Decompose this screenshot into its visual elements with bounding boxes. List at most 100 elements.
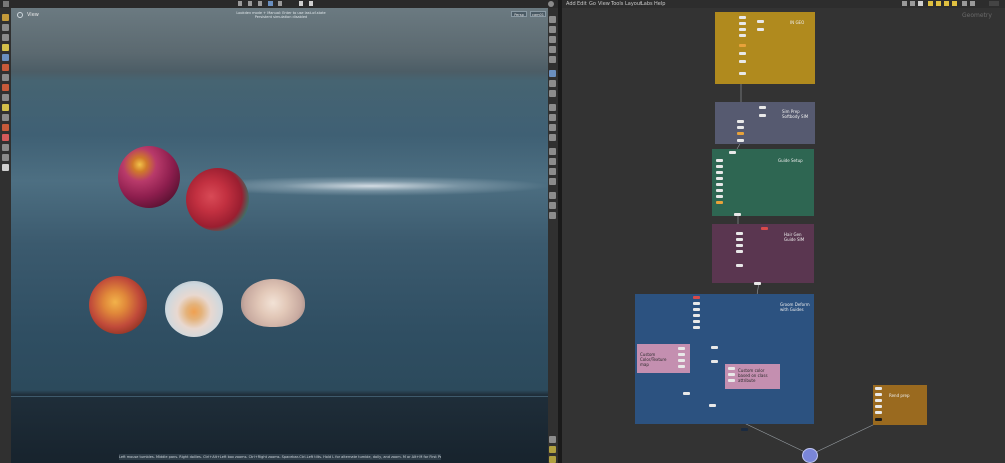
- camera-icon[interactable]: [309, 1, 313, 6]
- scale-icon[interactable]: [2, 74, 9, 81]
- rotate-tool-icon[interactable]: [258, 1, 262, 6]
- menu-help[interactable]: Help: [654, 1, 665, 7]
- display-options-icon[interactable]: [962, 1, 967, 6]
- node[interactable]: [716, 177, 723, 180]
- display-option-icon[interactable]: [549, 168, 556, 175]
- display-option-icon[interactable]: [549, 26, 556, 33]
- node[interactable]: [754, 282, 761, 285]
- display-option-icon[interactable]: [549, 124, 556, 131]
- menu-add[interactable]: Add: [566, 1, 576, 7]
- node[interactable]: [875, 399, 882, 402]
- node[interactable]: [759, 106, 766, 109]
- menu-view[interactable]: View: [598, 1, 610, 7]
- node[interactable]: [734, 213, 741, 216]
- node[interactable]: [693, 314, 700, 317]
- node[interactable]: [875, 387, 882, 390]
- magnet-icon[interactable]: [2, 124, 9, 131]
- node[interactable]: [875, 405, 882, 408]
- node[interactable]: [736, 238, 743, 241]
- node[interactable]: [678, 353, 685, 356]
- display-option-icon[interactable]: [549, 192, 556, 199]
- node[interactable]: [739, 28, 746, 31]
- menu-go[interactable]: Go: [589, 1, 596, 7]
- camera-menu-icon[interactable]: [17, 12, 23, 18]
- display-option-icon[interactable]: [549, 202, 556, 209]
- help-icon[interactable]: [970, 1, 975, 6]
- menu-tools[interactable]: Tools: [611, 1, 623, 7]
- node[interactable]: [739, 72, 746, 75]
- network-box-guide-setup[interactable]: Guide Setup: [712, 149, 814, 216]
- node[interactable]: [761, 227, 768, 230]
- node[interactable]: [711, 360, 718, 363]
- node[interactable]: [716, 159, 723, 162]
- node[interactable]: [759, 114, 766, 117]
- node[interactable]: [757, 20, 764, 23]
- sticky-custom-color-texture[interactable]: Custom Color/Texture map: [637, 344, 690, 373]
- measure-icon[interactable]: [2, 114, 9, 121]
- display-option-icon[interactable]: [549, 90, 556, 97]
- node[interactable]: [737, 139, 744, 142]
- display-icon[interactable]: [2, 154, 9, 161]
- node[interactable]: [737, 132, 744, 135]
- info-icon[interactable]: [549, 436, 556, 443]
- grid-snap-icon[interactable]: [910, 1, 915, 6]
- lasso-icon[interactable]: [2, 24, 9, 31]
- display-option-icon[interactable]: [549, 178, 556, 185]
- fur-ball-orange[interactable]: [89, 276, 147, 334]
- node[interactable]: [739, 34, 746, 37]
- wrench-icon[interactable]: [902, 1, 907, 6]
- display-option-icon[interactable]: [549, 46, 556, 53]
- snap-icon[interactable]: [299, 1, 303, 6]
- node[interactable]: [693, 320, 700, 323]
- display-option-icon[interactable]: [549, 70, 556, 77]
- display-option-icon[interactable]: [549, 212, 556, 219]
- node[interactable]: [716, 189, 723, 192]
- node[interactable]: [875, 411, 882, 414]
- node[interactable]: [678, 359, 685, 362]
- node[interactable]: [875, 418, 882, 421]
- node[interactable]: [678, 365, 685, 368]
- display-option-icon[interactable]: [549, 456, 556, 463]
- pose-icon[interactable]: [2, 94, 9, 101]
- menu-edit[interactable]: Edit: [577, 1, 587, 7]
- help-icon[interactable]: [548, 1, 554, 7]
- node[interactable]: [693, 308, 700, 311]
- shape-palette-icon[interactable]: [952, 1, 957, 6]
- node[interactable]: [737, 126, 744, 129]
- display-option-icon[interactable]: [549, 80, 556, 87]
- node[interactable]: [683, 392, 690, 395]
- display-option-icon[interactable]: [549, 134, 556, 141]
- node[interactable]: [693, 302, 700, 305]
- node[interactable]: [875, 393, 882, 396]
- network-box-render-prep[interactable]: Rend prep: [873, 385, 927, 425]
- fur-ball-magenta[interactable]: [118, 146, 180, 208]
- node[interactable]: [757, 28, 764, 31]
- color-palette-icon[interactable]: [944, 1, 949, 6]
- move-tool-icon[interactable]: [248, 1, 252, 6]
- fur-ball-pale[interactable]: [241, 279, 305, 327]
- node[interactable]: [739, 60, 746, 63]
- fur-ball-red[interactable]: [186, 168, 249, 231]
- node[interactable]: [736, 250, 743, 253]
- display-option-icon[interactable]: [549, 56, 556, 63]
- camera-menu[interactable]: cam01: [530, 11, 546, 17]
- display-option-icon[interactable]: [549, 114, 556, 121]
- record-icon[interactable]: [2, 134, 9, 141]
- node[interactable]: [716, 165, 723, 168]
- brush-icon[interactable]: [2, 64, 9, 71]
- node[interactable]: [678, 347, 685, 350]
- snapshot-icon[interactable]: [2, 164, 9, 171]
- 3d-viewport[interactable]: View Lookdev mode + Manual: Enter to use…: [11, 8, 548, 463]
- paint-icon[interactable]: [2, 34, 9, 41]
- select-icon[interactable]: [2, 14, 9, 21]
- network-box-icon[interactable]: [936, 1, 941, 6]
- node[interactable]: [711, 346, 718, 349]
- pane-close-icon[interactable]: [989, 1, 999, 6]
- list-icon[interactable]: [918, 1, 923, 6]
- pin-icon[interactable]: [2, 84, 9, 91]
- select-tool-icon[interactable]: [238, 1, 242, 6]
- node[interactable]: [716, 183, 723, 186]
- display-option-icon[interactable]: [549, 36, 556, 43]
- grid-icon[interactable]: [2, 144, 9, 151]
- menu-labs[interactable]: Labs: [641, 1, 653, 7]
